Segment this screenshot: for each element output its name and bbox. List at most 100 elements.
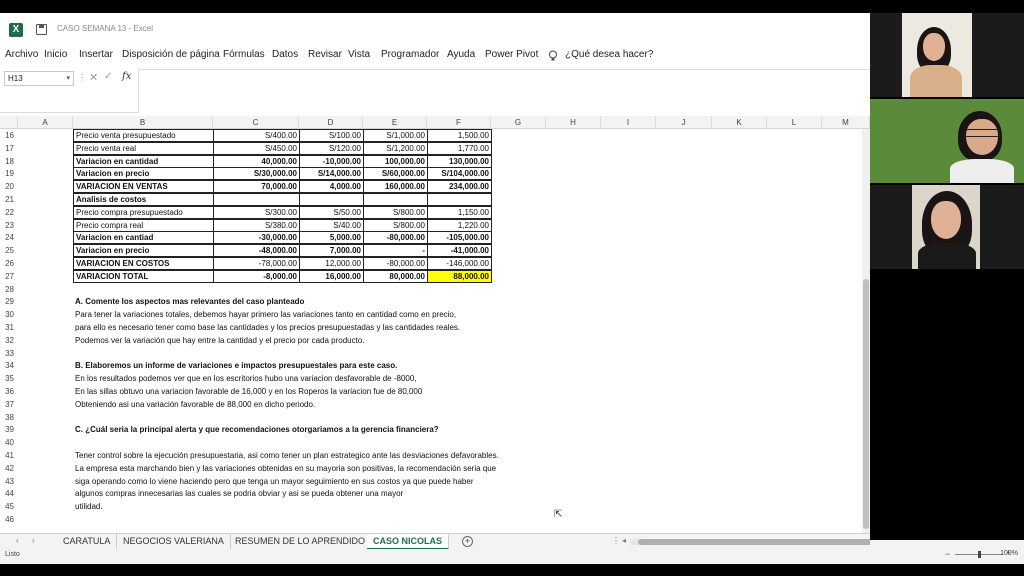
video-tile-participant-2[interactable] — [870, 99, 1024, 183]
row-header[interactable]: 19 — [0, 167, 18, 181]
table-cell-d[interactable]: 16,000.00 — [299, 269, 364, 283]
table-cell-f[interactable] — [427, 193, 492, 206]
table-cell-e[interactable]: S/1,000.00 — [363, 129, 428, 142]
menu-programador[interactable]: Programador — [381, 49, 439, 60]
zoom-out-icon[interactable]: − — [945, 549, 950, 559]
row-header[interactable]: 24 — [0, 231, 18, 245]
answer-text[interactable]: En los resultados podemos ver que en los… — [75, 372, 417, 385]
row-header[interactable]: 42 — [0, 461, 18, 475]
table-cell-c[interactable]: S/300.00 — [213, 205, 300, 219]
table-cell-f[interactable]: 1,220.00 — [427, 218, 492, 232]
table-cell-b[interactable]: Precio venta real — [73, 141, 214, 155]
row-header[interactable]: 30 — [0, 308, 18, 322]
row-header[interactable]: 45 — [0, 500, 18, 514]
answer-text[interactable]: Tener control sobre la ejecución presupu… — [75, 449, 499, 462]
table-cell-b[interactable]: Variacion en precio — [73, 167, 214, 181]
select-all-corner[interactable] — [0, 116, 18, 129]
row-header[interactable]: 20 — [0, 180, 18, 194]
table-cell-f[interactable]: -41,000.00 — [427, 244, 492, 258]
add-sheet-icon[interactable]: + — [462, 536, 473, 547]
menu-formulas[interactable]: Fórmulas — [223, 49, 265, 60]
column-header-i[interactable]: I — [601, 116, 656, 129]
row-header[interactable]: 18 — [0, 154, 18, 168]
menu-power-pivot[interactable]: Power Pivot — [485, 49, 538, 60]
row-header[interactable]: 21 — [0, 193, 18, 206]
table-cell-e[interactable]: 80,000.00 — [363, 269, 428, 283]
menu-inicio[interactable]: Inicio — [44, 49, 67, 60]
row-header[interactable]: 35 — [0, 372, 18, 386]
zoom-slider-knob[interactable] — [978, 551, 981, 558]
table-cell-d[interactable]: 12,000.00 — [299, 257, 364, 270]
table-cell-b[interactable]: VARIACION EN VENTAS — [73, 180, 214, 194]
table-cell-c[interactable]: S/450.00 — [213, 141, 300, 155]
table-cell-f[interactable]: S/104,000.00 — [427, 167, 492, 181]
scroll-left-icon[interactable]: ◂ — [622, 536, 626, 545]
vertical-scrollbar[interactable] — [862, 129, 870, 535]
chevron-down-icon[interactable]: ▾ — [66, 72, 70, 85]
tell-me-search[interactable]: ¿Qué desea hacer? — [565, 49, 653, 60]
row-header[interactable]: 33 — [0, 346, 18, 360]
formula-input[interactable] — [138, 69, 870, 113]
column-header-b[interactable]: B — [73, 116, 213, 129]
tab-scroll-right-icon[interactable]: › — [32, 536, 35, 545]
table-cell-d[interactable]: 4,000.00 — [299, 180, 364, 194]
table-cell-e[interactable]: S/800.00 — [363, 205, 428, 219]
table-cell-c[interactable]: 70,000.00 — [213, 180, 300, 194]
answer-text[interactable]: utilidad. — [75, 500, 103, 513]
table-cell-c[interactable]: -78,000.00 — [213, 257, 300, 270]
row-header[interactable]: 37 — [0, 397, 18, 411]
table-cell-f[interactable]: 1,150.00 — [427, 205, 492, 219]
table-cell-e[interactable]: S/1,200.00 — [363, 141, 428, 155]
table-cell-c[interactable]: S/30,000.00 — [213, 167, 300, 181]
table-cell-d[interactable]: 5,000.00 — [299, 231, 364, 245]
tab-resumen[interactable]: RESUMEN DE LO APRENDIDO — [229, 534, 373, 550]
row-header[interactable]: 23 — [0, 218, 18, 232]
column-header-d[interactable]: D — [299, 116, 363, 129]
table-cell-b[interactable]: VARIACION EN COSTOS — [73, 257, 214, 270]
answer-text[interactable]: En las sillas obtuvo una variacion favor… — [75, 385, 422, 398]
menu-datos[interactable]: Datos — [272, 49, 298, 60]
insert-function-icon[interactable]: fx — [122, 71, 131, 82]
row-header[interactable]: 44 — [0, 487, 18, 501]
question-heading[interactable]: B. Elaboremos un informe de variaciones … — [75, 359, 397, 372]
column-header-f[interactable]: F — [427, 116, 491, 129]
row-header[interactable]: 38 — [0, 410, 18, 424]
video-tile-participant-3[interactable] — [870, 185, 1024, 269]
answer-text[interactable]: para ello es necesario tener como base l… — [75, 321, 460, 334]
table-cell-c[interactable]: -8,000.00 — [213, 269, 300, 283]
table-cell-f[interactable]: 88,000.00 — [427, 269, 492, 283]
worksheet-grid[interactable]: 16 Precio venta presupuestado S/400.00 S/10… — [0, 129, 862, 535]
column-header-a[interactable]: A — [18, 116, 73, 129]
row-header[interactable]: 25 — [0, 244, 18, 258]
table-cell-c[interactable]: S/380.00 — [213, 218, 300, 232]
row-header[interactable]: 16 — [0, 129, 18, 142]
save-icon[interactable] — [36, 24, 47, 35]
table-cell-c[interactable]: -30,000.00 — [213, 231, 300, 245]
tab-caso-nicolas[interactable]: CASO NICOLAS — [367, 534, 450, 550]
table-cell-f[interactable]: -146,000.00 — [427, 257, 492, 270]
table-cell-b[interactable]: Variacion en cantiad — [73, 231, 214, 245]
table-cell-d[interactable]: S/40.00 — [299, 218, 364, 232]
table-cell-d[interactable]: S/14,000.00 — [299, 167, 364, 181]
table-cell-d[interactable]: S/100.00 — [299, 129, 364, 142]
video-tile-participant-1[interactable] — [870, 13, 1024, 97]
menu-archivo[interactable]: Archivo — [5, 49, 38, 60]
table-cell-b[interactable]: Precio venta presupuestado — [73, 129, 214, 142]
column-header-g[interactable]: G — [491, 116, 546, 129]
column-header-l[interactable]: L — [767, 116, 822, 129]
row-header[interactable]: 46 — [0, 513, 18, 526]
row-header[interactable]: 27 — [0, 269, 18, 283]
answer-text[interactable]: siga operando como lo viene haciendo per… — [75, 475, 474, 488]
answer-text[interactable]: La empresa esta marchando bien y las var… — [75, 462, 496, 475]
table-cell-e[interactable]: S/60,000.00 — [363, 167, 428, 181]
table-cell-e[interactable]: -80,000.00 — [363, 231, 428, 245]
table-cell-e[interactable]: 100,000.00 — [363, 154, 428, 168]
menu-ayuda[interactable]: Ayuda — [447, 49, 475, 60]
table-cell-e[interactable] — [363, 193, 428, 206]
table-cell-b[interactable]: Precio compra real — [73, 218, 214, 232]
table-cell-e[interactable]: S/800.00 — [363, 218, 428, 232]
table-cell-e[interactable]: - — [363, 244, 428, 258]
column-header-j[interactable]: J — [656, 116, 712, 129]
row-header[interactable]: 39 — [0, 423, 18, 437]
column-header-h[interactable]: H — [546, 116, 601, 129]
